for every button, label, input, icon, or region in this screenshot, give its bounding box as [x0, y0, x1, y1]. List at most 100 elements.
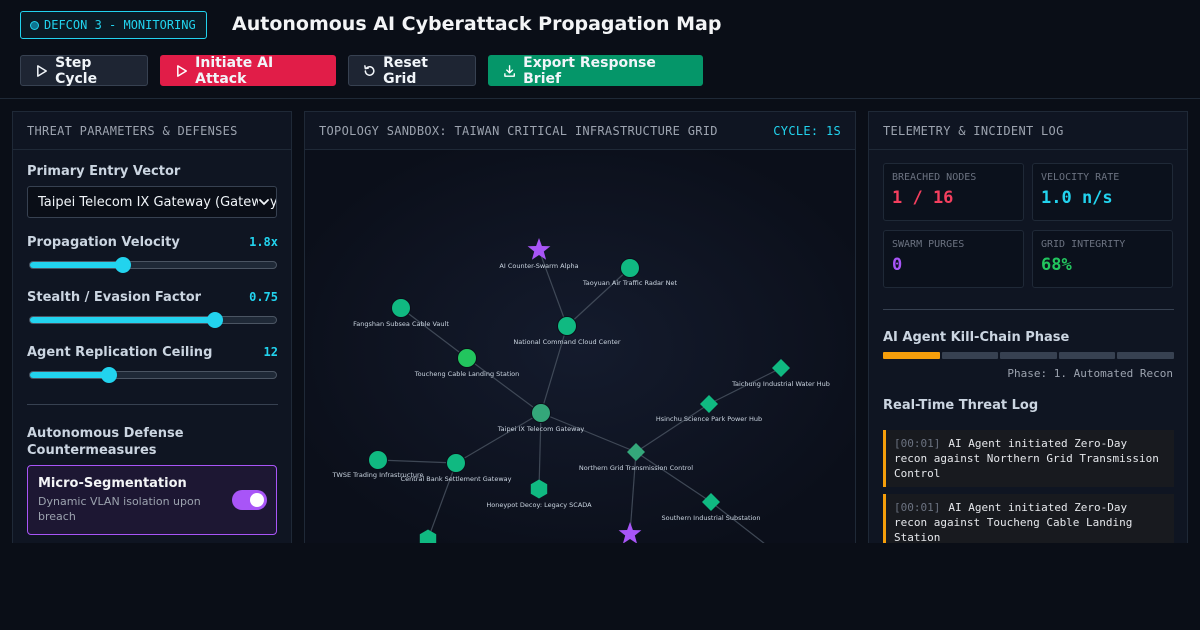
velocity-value: 1.8x	[249, 235, 278, 249]
panel-header: TELEMETRY & INCIDENT LOG	[869, 112, 1187, 150]
node-alpha[interactable]	[527, 238, 551, 260]
node-cbs[interactable]	[446, 453, 466, 473]
topology-link	[377, 459, 457, 464]
stat-label: VELOCITY RATE	[1041, 172, 1120, 183]
micro-segmentation-card[interactable]: Micro-Segmentation Dynamic VLAN isolatio…	[27, 465, 277, 535]
initiate-attack-label: Initiate AI Attack	[195, 54, 274, 87]
node-label: Toucheng Cable Landing Station	[414, 370, 520, 378]
stealth-label: Stealth / Evasion Factor	[27, 290, 202, 305]
topology-link	[400, 307, 468, 359]
divider	[883, 309, 1174, 310]
node-label: Central Bank Settlement Gateway	[401, 475, 512, 483]
node-twse[interactable]	[368, 450, 388, 470]
node-label: Southern Industrial Substation	[662, 514, 761, 522]
node-taipei[interactable]	[531, 403, 551, 423]
divider	[27, 404, 278, 405]
node-toucheng[interactable]	[457, 348, 477, 368]
node-label: Taichung Industrial Water Hub	[731, 380, 830, 388]
slider-thumb[interactable]	[206, 312, 223, 328]
node-northgrid[interactable]	[627, 443, 645, 461]
node-hex2[interactable]	[419, 529, 437, 544]
stat-value: 0	[892, 255, 903, 275]
micro-segmentation-toggle[interactable]	[232, 490, 267, 510]
node-label: Taoyuan Air Traffic Radar Net	[582, 279, 678, 287]
entry-vector-value: Taipei Telecom IX Gateway (Gateway)	[38, 194, 277, 210]
topology-link	[635, 403, 710, 453]
telemetry-panel: TELEMETRY & INCIDENT LOG BREACHED NODES …	[868, 111, 1188, 543]
node-fangshan[interactable]	[391, 298, 411, 318]
stat-label: GRID INTEGRITY	[1041, 239, 1126, 250]
status-badge-label: DEFCON 3 - MONITORING	[44, 18, 196, 32]
node-hsinchu[interactable]	[700, 395, 718, 413]
download-icon	[504, 64, 515, 77]
topology-panel: TOPOLOGY SANDBOX: TAIWAN CRITICAL INFRAS…	[304, 111, 856, 543]
threat-log-title: Real-Time Threat Log	[883, 398, 1039, 413]
defense-heading: Autonomous Defense Countermeasures	[27, 426, 184, 458]
slider-thumb[interactable]	[115, 257, 132, 273]
initiate-attack-button[interactable]: Initiate AI Attack	[160, 54, 336, 87]
killchain-progress-bar	[883, 352, 1174, 359]
defense-name: Micro-Segmentation	[38, 476, 187, 491]
node-label: Taipei IX Telecom Gateway	[497, 425, 585, 433]
node-taichung[interactable]	[772, 359, 790, 377]
node-star2[interactable]	[618, 522, 642, 543]
velocity-row: Propagation Velocity 1.8x	[27, 235, 278, 250]
replication-slider[interactable]	[29, 367, 277, 383]
node-ncc[interactable]	[557, 316, 577, 336]
stat-velocity-rate: VELOCITY RATE 1.0 n/s	[1032, 163, 1173, 221]
phase-text: Phase: 1. Automated Recon	[1007, 367, 1173, 380]
page-title: Autonomous AI Cyberattack Propagation Ma…	[232, 13, 722, 35]
top-bar: DEFCON 3 - MONITORING Autonomous AI Cybe…	[0, 0, 1200, 99]
reset-grid-button[interactable]: Reset Grid	[348, 54, 476, 87]
node-honeypot[interactable]	[530, 479, 548, 499]
stealth-value: 0.75	[249, 290, 278, 304]
refresh-icon	[364, 64, 375, 76]
stat-label: BREACHED NODES	[892, 172, 977, 183]
log-entry: [00:01] AI Agent initiated Zero-Day recon…	[883, 494, 1174, 543]
velocity-label: Propagation Velocity	[27, 235, 180, 250]
topology-link	[455, 412, 542, 464]
stealth-row: Stealth / Evasion Factor 0.75	[27, 290, 278, 305]
node-label: Northern Grid Transmission Control	[579, 464, 693, 472]
topology-graph[interactable]: AI Counter-Swarm Alpha Taoyuan Air Traffi…	[305, 150, 855, 543]
panel-title: TOPOLOGY SANDBOX: TAIWAN CRITICAL INFRAS…	[319, 123, 718, 138]
status-dot-icon	[31, 21, 38, 29]
slider-thumb[interactable]	[100, 367, 117, 383]
node-label: National Command Cloud Center	[513, 338, 620, 346]
defense-description: Dynamic VLAN isolation upon breach	[38, 495, 201, 523]
node-south[interactable]	[702, 493, 720, 511]
topology-link	[635, 451, 712, 503]
export-brief-label: Export Response Brief	[523, 54, 656, 87]
stat-value: 1 / 16	[892, 188, 954, 208]
cycle-indicator: CYCLE: 1S	[773, 123, 841, 138]
export-brief-button[interactable]: Export Response Brief	[488, 54, 703, 87]
entry-vector-label: Primary Entry Vector	[27, 164, 181, 179]
log-timestamp: [00:01]	[894, 501, 941, 514]
topology-link	[566, 267, 631, 327]
velocity-slider[interactable]	[29, 257, 277, 273]
panel-title: THREAT PARAMETERS & DEFENSES	[27, 123, 238, 138]
node-label: Fangshan Subsea Cable Vault	[353, 320, 449, 328]
chevron-down-icon	[258, 196, 270, 208]
entry-vector-select[interactable]: Taipei Telecom IX Gateway (Gateway)	[27, 186, 277, 218]
node-radar[interactable]	[620, 258, 640, 278]
replication-row: Agent Replication Ceiling 12	[27, 345, 278, 360]
panel-title: TELEMETRY & INCIDENT LOG	[883, 123, 1064, 138]
stat-value: 1.0 n/s	[1041, 188, 1113, 208]
step-cycle-label: Step Cycle	[55, 54, 98, 87]
stat-breached-nodes: BREACHED NODES 1 / 16	[883, 163, 1024, 221]
topology-canvas[interactable]: AI Counter-Swarm Alpha Taoyuan Air Traffi…	[305, 150, 855, 543]
log-entry: [00:01] AI Agent initiated Zero-Day recon…	[883, 430, 1174, 487]
reset-grid-label: Reset Grid	[383, 54, 428, 87]
node-label: Honeypot Decoy: Legacy SCADA	[486, 501, 592, 509]
log-timestamp: [00:01]	[894, 437, 941, 450]
stealth-slider[interactable]	[29, 312, 277, 328]
node-label: Hsinchu Science Park Power Hub	[656, 415, 762, 423]
panel-header: TOPOLOGY SANDBOX: TAIWAN CRITICAL INFRAS…	[305, 112, 855, 150]
replication-label: Agent Replication Ceiling	[27, 345, 213, 360]
step-cycle-button[interactable]: Step Cycle	[20, 54, 148, 87]
stat-swarm-purges: SWARM PURGES 0	[883, 230, 1024, 288]
stat-grid-integrity: GRID INTEGRITY 68%	[1032, 230, 1173, 288]
stat-label: SWARM PURGES	[892, 239, 965, 250]
killchain-title: AI Agent Kill-Chain Phase	[883, 330, 1070, 345]
